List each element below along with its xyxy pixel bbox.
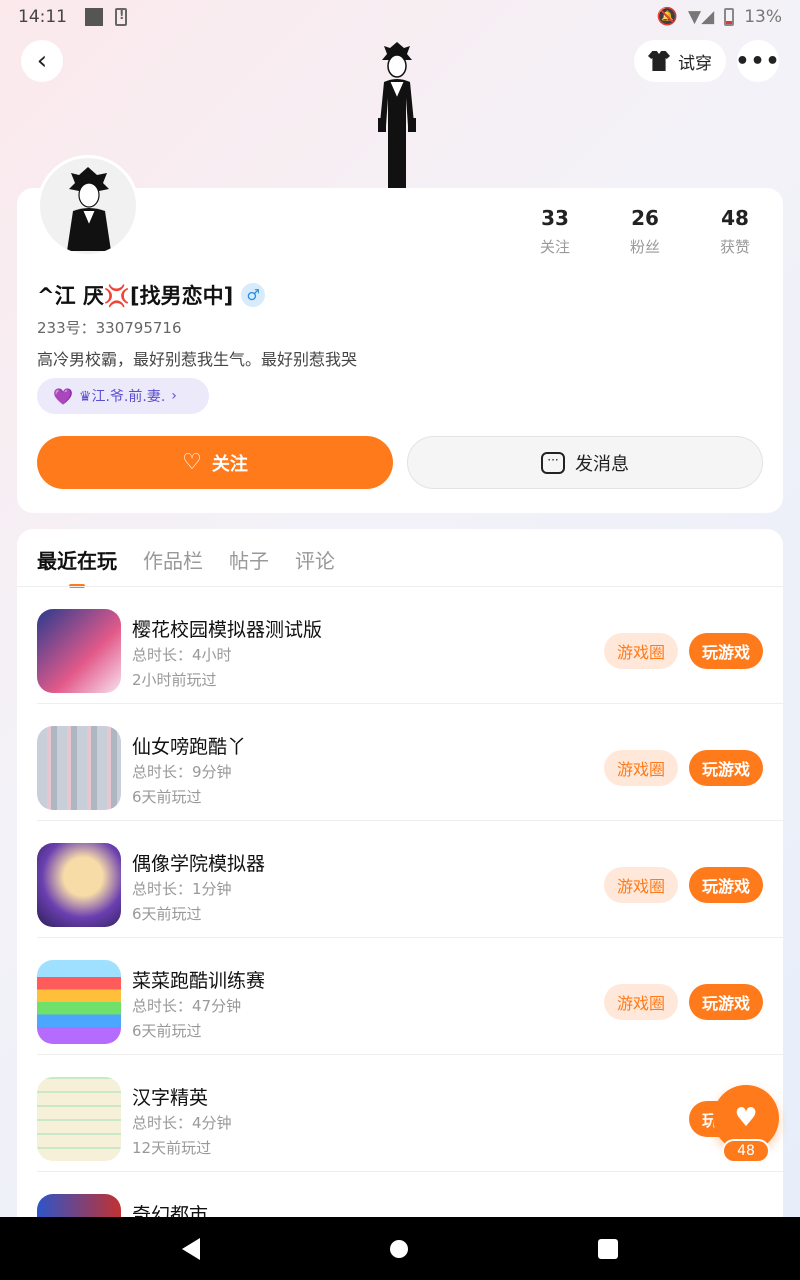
game-icon[interactable]: [37, 1077, 121, 1161]
chat-icon: ···: [541, 451, 565, 474]
more-icon: •••: [735, 48, 781, 74]
play-game-button[interactable]: 玩游戏: [689, 867, 763, 903]
user-id: 233号：330795716: [37, 319, 182, 337]
game-circle-button[interactable]: 游戏圈: [604, 633, 678, 669]
stat-label: 获赞: [719, 238, 750, 256]
try-on-label: 试穿: [678, 53, 712, 74]
play-game-button[interactable]: 玩游戏: [689, 750, 763, 786]
nav-recents-icon[interactable]: [598, 1238, 618, 1259]
nickname-text: ^江 厌💢[找男恋中]: [37, 284, 234, 308]
game-icon[interactable]: [37, 843, 121, 927]
game-circle-button[interactable]: 游戏圈: [604, 984, 678, 1020]
message-label: 发消息: [575, 453, 629, 475]
stat-following[interactable]: 33 关注: [510, 206, 600, 257]
game-row[interactable]: 樱花校园模拟器测试版 总时长：4小时 2小时前玩过 游戏圈 玩游戏: [37, 587, 783, 704]
back-button[interactable]: ‹: [21, 40, 63, 82]
tab-recent[interactable]: 最近在玩: [37, 545, 117, 588]
avatar[interactable]: [37, 155, 139, 257]
couple-heart-icon: 💜: [53, 386, 73, 406]
battery-percent: 13%: [744, 7, 782, 27]
stat-number: 26: [631, 206, 659, 230]
game-row[interactable]: 菜菜跑酷训练赛 总时长：47分钟 6天前玩过 游戏圈 玩游戏: [37, 938, 783, 1055]
battery-icon: [724, 8, 735, 26]
game-icon[interactable]: [37, 609, 121, 693]
game-duration: 总时长：47分钟: [132, 997, 242, 1015]
bio: 高冷男校霸，最好别惹我生气。最好别惹我哭: [37, 350, 358, 369]
game-icon[interactable]: [37, 726, 121, 810]
game-name: 樱花校园模拟器测试版: [132, 619, 323, 641]
game-last-played: 6天前玩过: [132, 1022, 202, 1040]
nav-back-icon[interactable]: [182, 1237, 200, 1260]
status-right: 🔕 ▼◢ 13%: [657, 7, 782, 27]
game-row[interactable]: 仙女嗙跑酷丫 总时长：9分钟 6天前玩过 游戏圈 玩游戏: [37, 704, 783, 821]
game-duration: 总时长：1分钟: [132, 880, 232, 898]
male-icon: ♂: [241, 283, 266, 307]
mute-icon: 🔕: [656, 7, 679, 27]
more-button[interactable]: •••: [735, 40, 781, 82]
game-row[interactable]: 汉字精英 总时长：4分钟 12天前玩过 玩游戏: [37, 1055, 783, 1172]
tab-bar: 最近在玩 作品栏 帖子 评论: [37, 545, 335, 588]
game-name: 偶像学院模拟器: [132, 853, 266, 875]
nav-home-icon[interactable]: [390, 1239, 408, 1258]
stat-number: 48: [721, 206, 749, 230]
wifi-icon: ▼◢: [688, 7, 715, 27]
nickname: ^江 厌💢[找男恋中] ♂: [37, 280, 266, 310]
game-name: 汉字精英: [132, 1087, 209, 1109]
stat-number: 33: [541, 206, 569, 230]
content-card: 最近在玩 作品栏 帖子 评论 樱花校园模拟器测试版 总时长：4小时 2小时前玩过…: [17, 529, 783, 1229]
game-last-played: 6天前玩过: [132, 905, 202, 923]
game-circle-button[interactable]: 游戏圈: [604, 750, 678, 786]
game-list: 樱花校园模拟器测试版 总时长：4小时 2小时前玩过 游戏圈 玩游戏 仙女嗙跑酷丫…: [37, 587, 783, 1229]
game-last-played: 12天前玩过: [132, 1139, 212, 1157]
game-last-played: 2小时前玩过: [132, 671, 217, 689]
stat-label: 粉丝: [629, 238, 660, 256]
tab-works[interactable]: 作品栏: [143, 545, 203, 586]
stat-label: 关注: [539, 238, 570, 256]
character-figure: [378, 42, 416, 188]
message-button[interactable]: ··· 发消息: [407, 436, 763, 489]
game-duration: 总时长：9分钟: [132, 763, 232, 781]
game-name: 仙女嗙跑酷丫: [132, 736, 247, 758]
like-count: 48: [722, 1139, 770, 1163]
game-row[interactable]: 偶像学院模拟器 总时长：1分钟 6天前玩过 游戏圈 玩游戏: [37, 821, 783, 938]
stat-likes[interactable]: 48 获赞: [690, 206, 780, 257]
tab-posts[interactable]: 帖子: [229, 545, 269, 586]
relation-chip[interactable]: 💜 ♛江.爷.前.妻. ›: [37, 378, 209, 414]
system-nav-bar: [0, 1217, 800, 1280]
game-duration: 总时长：4小时: [132, 646, 232, 664]
notification-icon: [85, 8, 103, 26]
game-duration: 总时长：4分钟: [132, 1114, 232, 1132]
stat-fans[interactable]: 26 粉丝: [600, 206, 690, 257]
game-icon[interactable]: [37, 960, 121, 1044]
heart-icon: ♥: [734, 1103, 758, 1133]
relation-label: ♛江.爷.前.妻.: [78, 389, 166, 405]
tab-comments[interactable]: 评论: [295, 545, 335, 586]
avatar-figure: [67, 167, 111, 251]
try-on-button[interactable]: 试穿: [634, 40, 726, 82]
shirt-icon: [648, 51, 670, 71]
follow-label: 关注: [211, 453, 248, 475]
battery-alert-icon: [115, 8, 127, 26]
profile-stats: 33 关注 26 粉丝 48 获赞: [510, 206, 780, 257]
status-bar: 14:11 🔕 ▼◢ 13%: [0, 0, 800, 34]
status-time: 14:11: [18, 7, 67, 27]
game-circle-button[interactable]: 游戏圈: [604, 867, 678, 903]
follow-button[interactable]: ♡ 关注: [37, 436, 393, 489]
game-name: 菜菜跑酷训练赛: [132, 970, 266, 992]
chevron-left-icon: ‹: [36, 46, 48, 76]
heart-plus-icon: ♡: [182, 450, 202, 475]
chevron-right-icon: ›: [171, 388, 177, 404]
play-game-button[interactable]: 玩游戏: [689, 633, 763, 669]
play-game-button[interactable]: 玩游戏: [689, 984, 763, 1020]
game-last-played: 6天前玩过: [132, 788, 202, 806]
